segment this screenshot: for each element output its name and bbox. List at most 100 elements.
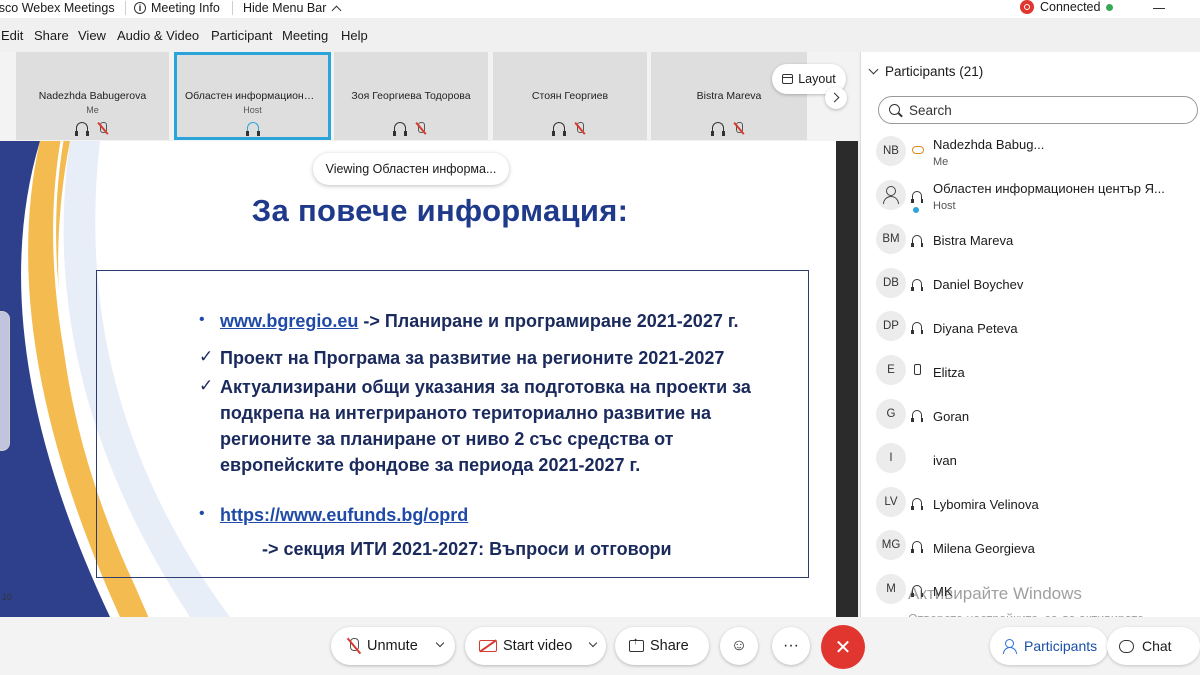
menu-help[interactable]: Help bbox=[341, 28, 368, 43]
share-button[interactable]: Share bbox=[615, 627, 709, 665]
participant-row[interactable]: DB Daniel Boychev bbox=[860, 264, 1200, 304]
video-tile[interactable]: Зоя Георгиева Тодорова bbox=[334, 52, 488, 140]
meeting-controls-bar: Unmute Start video Share ☺ ··· ✕ Partici… bbox=[0, 617, 1200, 675]
layout-label: Layout bbox=[798, 72, 836, 86]
participant-row[interactable]: G Goran bbox=[860, 395, 1200, 435]
menu-audio-video[interactable]: Audio & Video bbox=[117, 28, 199, 43]
close-icon: ✕ bbox=[834, 636, 852, 659]
video-filmstrip: Nadezhda Babugerova Me Областен информац… bbox=[0, 52, 858, 141]
slide-line-3c: регионите за планиране от ниво 2 със сре… bbox=[220, 429, 674, 449]
participant-name: Goran bbox=[933, 409, 970, 424]
share-icon bbox=[629, 636, 644, 652]
participant-row[interactable]: Областен информационен център Я... Host bbox=[860, 176, 1200, 216]
mic-muted-icon bbox=[347, 638, 361, 654]
host-avatar-icon bbox=[876, 180, 920, 214]
checkmark-icon: ✓ bbox=[199, 347, 214, 366]
bgregio-link[interactable]: www.bgregio.eu bbox=[220, 311, 358, 331]
tile-name: Зоя Георгиева Тодорова bbox=[351, 90, 471, 102]
side-panel-handle[interactable] bbox=[0, 311, 10, 451]
avatar: MG bbox=[876, 530, 906, 560]
participant-name: Областен информационен център Я... bbox=[933, 181, 1165, 196]
chat-tab-button[interactable]: Chat bbox=[1107, 627, 1200, 665]
participant-search-input[interactable]: Search bbox=[878, 96, 1198, 124]
more-icon: ··· bbox=[783, 637, 799, 654]
slide-line-4: https://www.eufunds.bg/oprd bbox=[220, 505, 468, 526]
participant-name: Nadezhda Babug... bbox=[933, 137, 1045, 152]
headset-icon bbox=[711, 122, 725, 136]
slide-line-5: -> секция ИТИ 2021-2027: Въпроси и отгов… bbox=[262, 539, 672, 559]
slide-title: За повече информация: bbox=[251, 193, 629, 228]
meeting-info-button[interactable]: i Meeting Info bbox=[134, 1, 220, 15]
hide-menu-bar-button[interactable]: Hide Menu Bar bbox=[243, 1, 342, 15]
minimize-button[interactable] bbox=[1153, 8, 1165, 9]
slide-line-3a: Актуализирани общи указания за подготовк… bbox=[220, 377, 751, 397]
headset-icon bbox=[911, 279, 923, 291]
participant-row[interactable]: NB Nadezhda Babug... Me bbox=[860, 132, 1200, 172]
participant-name: Lybomira Velinova bbox=[933, 497, 1039, 512]
unmute-button[interactable]: Unmute bbox=[331, 627, 455, 665]
participants-tab-button[interactable]: Participants bbox=[990, 627, 1108, 665]
slide-line-1-text: -> Планиране и програмиране 2021-2027 г. bbox=[358, 311, 739, 331]
participant-row[interactable]: E Elitza bbox=[860, 351, 1200, 391]
chevron-down-icon[interactable] bbox=[435, 638, 445, 648]
info-icon: i bbox=[134, 2, 146, 14]
title-bar: isco Webex Meetings i Meeting Info Hide … bbox=[0, 0, 1200, 18]
cloud-audio-icon bbox=[912, 146, 924, 154]
slide-line-3b: подкрепа на интегрираното териториално р… bbox=[220, 403, 712, 423]
avatar: DP bbox=[876, 311, 906, 341]
participant-row[interactable]: DP Diyana Peteva bbox=[860, 307, 1200, 347]
video-tile-active[interactable]: Областен информационен… Host bbox=[174, 52, 331, 140]
avatar: G bbox=[876, 399, 906, 429]
more-options-button[interactable]: ··· bbox=[772, 627, 810, 665]
end-meeting-button[interactable]: ✕ bbox=[821, 625, 865, 669]
participants-tab-label: Participants bbox=[1024, 638, 1098, 654]
chevron-down-icon[interactable] bbox=[588, 638, 598, 648]
participant-row[interactable]: I ivan bbox=[860, 439, 1200, 479]
start-video-button[interactable]: Start video bbox=[465, 627, 606, 665]
participant-name: Elitza bbox=[933, 365, 965, 380]
participant-row[interactable]: LV Lybomira Velinova bbox=[860, 483, 1200, 523]
checkmark-icon: ✓ bbox=[199, 376, 214, 395]
headset-icon bbox=[911, 322, 923, 334]
menu-edit[interactable]: Edit bbox=[1, 28, 23, 43]
avatar: LV bbox=[876, 487, 906, 517]
tile-name: Nadezhda Babugerova bbox=[38, 90, 147, 102]
video-tile[interactable]: Nadezhda Babugerova Me bbox=[16, 52, 169, 140]
participant-name: Milena Georgieva bbox=[933, 541, 1035, 556]
chat-icon bbox=[1119, 639, 1134, 653]
headset-icon bbox=[245, 122, 260, 136]
menu-view[interactable]: View bbox=[78, 28, 106, 43]
windows-watermark-title: Активирайте Windows bbox=[908, 584, 1082, 603]
participant-row[interactable]: MG Milena Georgieva bbox=[860, 526, 1200, 566]
title-separator bbox=[232, 1, 233, 15]
menu-meeting[interactable]: Meeting bbox=[282, 28, 328, 43]
title-separator bbox=[125, 1, 126, 15]
filmstrip-next-button[interactable] bbox=[825, 87, 847, 109]
participant-name: Bistra Mareva bbox=[933, 233, 1014, 248]
eufunds-link[interactable]: https://www.eufunds.bg/oprd bbox=[220, 505, 468, 525]
connection-status[interactable]: Connected bbox=[1020, 0, 1114, 14]
chevron-down-icon bbox=[868, 64, 879, 75]
slide-scroll-area bbox=[836, 141, 858, 617]
tile-role: Me bbox=[86, 105, 99, 115]
tile-role: Host bbox=[243, 105, 262, 115]
menu-participant[interactable]: Participant bbox=[211, 28, 272, 43]
menu-share[interactable]: Share bbox=[34, 28, 69, 43]
shared-content-slide: Viewing Областен информа... За повече ин… bbox=[0, 141, 836, 617]
camera-off-icon bbox=[479, 640, 497, 652]
reactions-button[interactable]: ☺ bbox=[720, 627, 758, 665]
chat-tab-label: Chat bbox=[1142, 638, 1172, 654]
slide-content-box: • www.bgregio.eu -> Планиране и програми… bbox=[96, 270, 809, 578]
viewing-indicator[interactable]: Viewing Областен информа... bbox=[313, 153, 509, 185]
participant-name: ivan bbox=[933, 453, 957, 468]
headset-icon bbox=[911, 235, 923, 247]
headset-icon bbox=[74, 122, 89, 136]
participant-row[interactable]: BM Bistra Mareva bbox=[860, 220, 1200, 260]
tile-name: Областен информационен… bbox=[185, 90, 326, 102]
smiley-icon: ☺ bbox=[730, 637, 748, 654]
video-tile[interactable]: Стоян Георгиев bbox=[493, 52, 647, 140]
phone-icon bbox=[914, 364, 921, 375]
headset-icon bbox=[911, 191, 923, 203]
bullet-icon: • bbox=[199, 311, 205, 328]
participants-header[interactable]: Participants (21) bbox=[868, 64, 983, 79]
